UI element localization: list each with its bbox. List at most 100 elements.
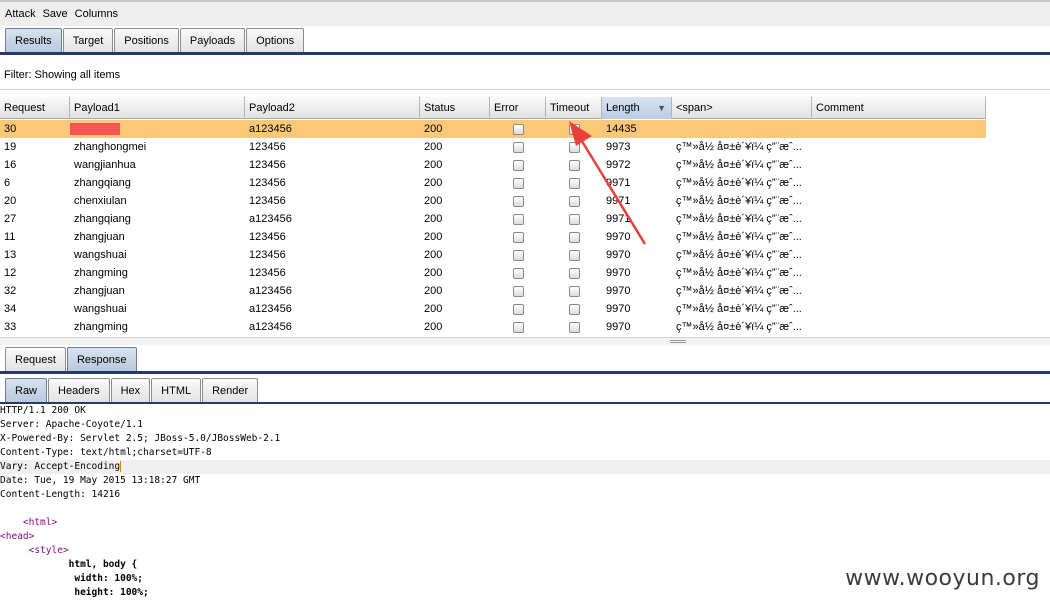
table-row[interactable]: 12 zhangming 123456 200 9970 ç™»å½ å¤±è´¥ï¼ ç… [0, 264, 986, 282]
tab-target[interactable]: Target [62, 28, 114, 52]
cell-request: 32 [4, 285, 17, 297]
col-payload1[interactable]: Payload1 [70, 97, 245, 119]
tab-headers[interactable]: Headers [48, 378, 110, 402]
tab-results[interactable]: Results [5, 28, 62, 52]
timeout-checkbox[interactable] [568, 249, 580, 261]
error-checkbox[interactable] [512, 195, 524, 207]
table-row[interactable]: 19 zhanghongmei 123456 200 9973 ç™»å½ å¤±è´¥ï… [0, 138, 986, 156]
error-checkbox[interactable] [512, 213, 524, 225]
tab-options[interactable]: Options [246, 28, 305, 52]
col-span[interactable]: <span> [672, 97, 812, 119]
splitter-grip-icon[interactable] [670, 340, 686, 343]
error-checkbox[interactable] [512, 159, 524, 171]
response-line: <head> [0, 530, 1050, 544]
menu-save[interactable]: Save [43, 8, 68, 20]
cell-payload1: zhangqiang [74, 177, 131, 189]
filter-bar[interactable]: Filter: Showing all items [0, 60, 1050, 90]
timeout-checkbox[interactable] [568, 321, 580, 333]
response-line: Content-Type: text/html;charset=UTF-8 [0, 446, 1050, 460]
table-row[interactable]: 30 a123456 200 14435 [0, 120, 986, 138]
cell-span: ç™»å½ å¤±è´¥ï¼ ç”¨æˆ... [676, 249, 802, 261]
col-error[interactable]: Error [490, 97, 546, 119]
cell-error [490, 264, 546, 282]
col-length[interactable]: Length ▼ [602, 97, 672, 119]
timeout-checkbox[interactable] [568, 213, 580, 225]
cell-span: ç™»å½ å¤±è´¥ï¼ ç”¨æˆ... [676, 141, 802, 153]
table-row[interactable]: 13 wangshuai 123456 200 9970 ç™»å½ å¤±è´¥ï¼ ç… [0, 246, 986, 264]
table-row[interactable]: 11 zhangjuan 123456 200 9970 ç™»å½ å¤±è´¥ï¼ ç… [0, 228, 986, 246]
table-row[interactable]: 16 wangjianhua 123456 200 9972 ç™»å½ å¤±è´¥ï¼… [0, 156, 986, 174]
cell-comment [812, 192, 986, 210]
table-header: Request Payload1 Payload2 Status Error T… [0, 97, 986, 119]
timeout-checkbox[interactable] [568, 303, 580, 315]
error-checkbox[interactable] [512, 141, 524, 153]
cell-timeout [546, 264, 602, 282]
timeout-checkbox[interactable] [568, 123, 580, 135]
menu-attack[interactable]: Attack [5, 8, 36, 20]
table-row[interactable]: 34 wangshuai a123456 200 9970 ç™»å½ å¤±è´¥ï¼ … [0, 300, 986, 318]
tab-html[interactable]: HTML [151, 378, 202, 402]
tab-render[interactable]: Render [202, 378, 259, 402]
tab-positions[interactable]: Positions [114, 28, 179, 52]
col-status[interactable]: Status [420, 97, 490, 119]
cell-payload2: a123456 [249, 303, 292, 315]
col-request[interactable]: Request [0, 97, 70, 119]
cell-timeout [546, 138, 602, 156]
menu-columns[interactable]: Columns [75, 8, 118, 20]
col-timeout[interactable]: Timeout [546, 97, 602, 119]
error-checkbox[interactable] [512, 231, 524, 243]
tab-raw[interactable]: Raw [5, 378, 48, 402]
cell-timeout [546, 318, 602, 336]
timeout-checkbox[interactable] [568, 177, 580, 189]
timeout-checkbox[interactable] [568, 231, 580, 243]
response-line-text: Server: Apache-Coyote/1.1 [0, 419, 143, 430]
cell-payload1: zhangjuan [74, 231, 125, 243]
cell-payload2: a123456 [249, 285, 292, 297]
detail-tabs: Request Response [0, 347, 138, 371]
col-comment[interactable]: Comment [812, 97, 986, 119]
tab-divider [0, 52, 1050, 55]
cell-payload2: 123456 [249, 249, 286, 261]
timeout-checkbox[interactable] [568, 267, 580, 279]
table-row[interactable]: 32 zhangjuan a123456 200 9970 ç™»å½ å¤±è´¥ï¼ … [0, 282, 986, 300]
table-row[interactable]: 20 chenxiulan 123456 200 9971 ç™»å½ å¤±è´¥ï¼ … [0, 192, 986, 210]
error-checkbox[interactable] [512, 249, 524, 261]
filter-label: Filter: Showing all items [4, 68, 121, 81]
cell-timeout [546, 120, 602, 138]
cell-status: 200 [424, 249, 443, 261]
cell-timeout [546, 210, 602, 228]
tab-hex[interactable]: Hex [110, 378, 151, 402]
tab-request[interactable]: Request [5, 347, 66, 371]
cell-status: 200 [424, 231, 443, 243]
error-checkbox[interactable] [512, 303, 524, 315]
error-checkbox[interactable] [512, 177, 524, 189]
tab-response[interactable]: Response [66, 347, 137, 371]
error-checkbox[interactable] [512, 285, 524, 297]
sort-descending-icon: ▼ [657, 103, 666, 113]
pane-splitter[interactable] [0, 337, 1050, 345]
cell-span: ç™»å½ å¤±è´¥ï¼ ç”¨æˆ... [676, 213, 802, 225]
detail-tab-divider [0, 371, 1050, 374]
cell-timeout [546, 300, 602, 318]
cell-payload2: 123456 [249, 267, 286, 279]
tab-payloads[interactable]: Payloads [179, 28, 246, 52]
watermark: www.wooyun.org [845, 566, 1040, 591]
response-line-text: Content-Length: 14216 [0, 489, 121, 500]
error-checkbox[interactable] [512, 321, 524, 333]
cell-error [490, 228, 546, 246]
cell-payload2: 123456 [249, 231, 286, 243]
cell-length: 9971 [606, 195, 631, 207]
response-line-text: <html> [0, 517, 58, 528]
timeout-checkbox[interactable] [568, 195, 580, 207]
table-row[interactable]: 33 zhangming a123456 200 9970 ç™»å½ å¤±è´¥ï¼ … [0, 318, 986, 336]
cell-request: 16 [4, 159, 17, 171]
error-checkbox[interactable] [512, 267, 524, 279]
table-row[interactable]: 27 zhangqiang a123456 200 9971 ç™»å½ å¤±è´¥ï¼… [0, 210, 986, 228]
timeout-checkbox[interactable] [568, 285, 580, 297]
table-row[interactable]: 6 zhangqiang 123456 200 9971 ç™»å½ å¤±è´¥ï¼ ç… [0, 174, 986, 192]
timeout-checkbox[interactable] [568, 141, 580, 153]
error-checkbox[interactable] [512, 123, 524, 135]
timeout-checkbox[interactable] [568, 159, 580, 171]
col-payload2[interactable]: Payload2 [245, 97, 420, 119]
response-line: HTTP/1.1 200 OK [0, 404, 1050, 418]
